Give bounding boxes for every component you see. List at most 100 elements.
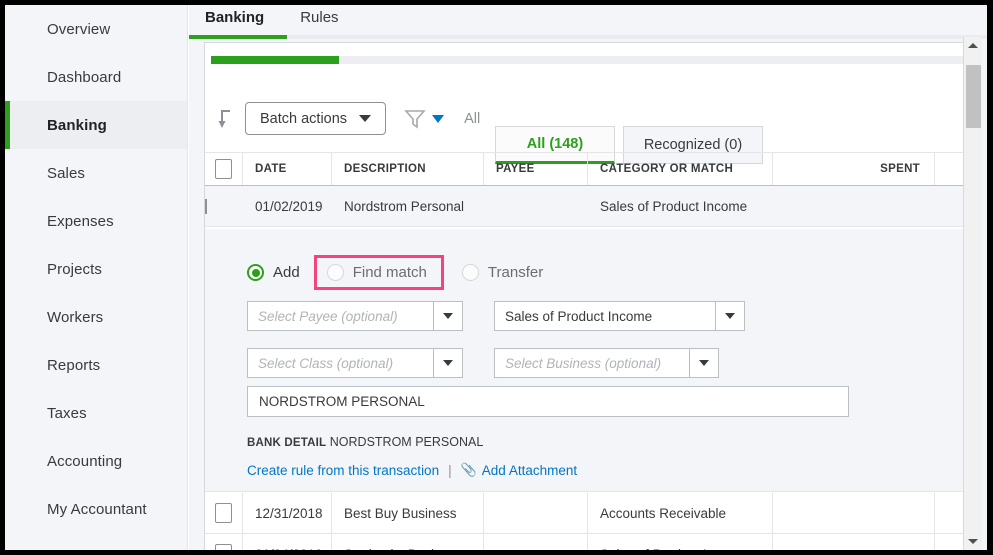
tab-label: Rules [300,9,338,26]
column-header-description[interactable]: DESCRIPTION [332,153,484,185]
radio-find-match[interactable]: Find match [327,264,427,281]
payee-dropdown-button[interactable] [433,302,462,330]
business-dropdown-button[interactable] [689,349,718,377]
column-header-date[interactable]: DATE [243,153,332,185]
add-attachment-link[interactable]: Add Attachment [482,463,577,478]
link-separator: | [448,463,452,478]
paperclip-icon: 📎 [461,462,477,478]
down-left-arrow-icon[interactable] [213,106,239,132]
business-placeholder: Select Business (optional) [495,356,689,371]
cell-category: Accounts Receivable [588,493,773,533]
triangle-down-icon [968,539,978,544]
class-placeholder: Select Class (optional) [248,356,433,371]
category-dropdown-button[interactable] [715,302,744,330]
tab-active-underline [189,35,287,39]
select-all-checkbox[interactable] [215,159,232,179]
cell-payee [484,493,588,533]
radio-find-match-label: Find match [353,264,427,281]
banking-panel: Batch actions All All (148) Recognized (… [204,42,972,550]
table-row[interactable]: 12/31/2018 Best Buy Business Accounts Re… [205,493,972,534]
sidebar-item-taxes[interactable]: Taxes [5,389,187,437]
bank-detail-label: BANK DETAIL [247,437,326,449]
table-row[interactable]: 01/02/2019 Nordstrom Personal Sales of P… [205,186,972,227]
sidebar-item-my-accountant[interactable]: My Accountant [5,485,187,533]
radio-transfer[interactable]: Transfer [462,264,543,281]
column-header-spent[interactable]: SPENT [773,153,935,185]
caret-down-icon [725,313,735,319]
sidebar: Overview Dashboard Banking Sales Expense… [5,5,188,550]
category-select[interactable]: Sales of Product Income [494,301,745,331]
scroll-down-button[interactable] [964,533,982,550]
sidebar-item-reports[interactable]: Reports [5,341,187,389]
column-header-payee[interactable]: PAYEE [484,153,588,185]
sidebar-item-accounting[interactable]: Accounting [5,437,187,485]
column-header-category[interactable]: CATEGORY OR MATCH [588,153,773,185]
cell-category: Sales of Product Income [588,534,773,550]
payee-select[interactable]: Select Payee (optional) [247,301,463,331]
cell-date: 12/31/2018 [243,493,332,533]
radio-transfer-label: Transfer [488,264,543,281]
table-row[interactable]: 01/04/2019 Starbucks Business Sales of P… [205,534,972,550]
radio-transfer-indicator [462,264,479,281]
caret-down-icon [443,313,453,319]
sidebar-item-label: Workers [47,309,103,326]
radio-find-match-indicator [327,264,344,281]
sidebar-item-banking[interactable]: Banking [5,101,187,149]
tab-bar: Banking Rules [189,5,988,35]
cell-description: Best Buy Business [332,493,484,533]
sidebar-item-label: Sales [47,165,85,182]
cell-spent [773,493,935,533]
row-checkbox[interactable] [215,503,232,523]
sidebar-item-label: Overview [47,21,110,38]
payee-placeholder: Select Payee (optional) [248,309,433,324]
transactions-table: DATE DESCRIPTION PAYEE CATEGORY OR MATCH… [205,152,972,227]
tab-all-label: All (148) [527,136,583,152]
sidebar-item-label: My Accountant [47,501,147,518]
cell-category: Sales of Product Income [588,199,773,214]
bank-detail: BANK DETAIL NORDSTROM PERSONAL [247,435,483,449]
radio-add[interactable]: Add [247,264,300,281]
frame-border-left [0,0,5,555]
frame-border-right [987,0,993,555]
transactions-table-continued: 12/31/2018 Best Buy Business Accounts Re… [205,493,972,550]
filter-caret-down-icon[interactable] [432,115,444,123]
sidebar-item-label: Expenses [47,213,114,230]
caret-down-icon [699,360,709,366]
frame-border-bottom [0,550,993,555]
sidebar-item-overview[interactable]: Overview [5,5,187,53]
radio-find-match-highlight: Find match [314,255,444,290]
sidebar-item-label: Projects [47,261,102,278]
class-dropdown-button[interactable] [433,349,462,377]
sidebar-item-workers[interactable]: Workers [5,293,187,341]
cell-spent [773,534,935,550]
business-select[interactable]: Select Business (optional) [494,348,719,378]
cell-description: Starbucks Business [332,534,484,550]
scrollbar-thumb[interactable] [966,65,981,128]
row-checkbox[interactable] [205,199,207,214]
sidebar-item-sales[interactable]: Sales [5,149,187,197]
select-all-cell [205,153,243,185]
tab-underline-track [189,35,988,39]
create-rule-link[interactable]: Create rule from this transaction [247,463,439,478]
memo-input[interactable]: NORDSTROM PERSONAL [247,386,849,417]
tab-rules[interactable]: Rules [300,5,352,26]
sidebar-item-expenses[interactable]: Expenses [5,197,187,245]
category-value: Sales of Product Income [495,309,715,324]
batch-actions-label: Batch actions [260,111,347,127]
cell-date: 01/02/2019 [243,199,332,214]
tab-banking[interactable]: Banking [205,5,278,26]
sidebar-item-dashboard[interactable]: Dashboard [5,53,187,101]
bank-detail-value: NORDSTROM PERSONAL [330,435,484,449]
funnel-icon[interactable] [404,108,426,130]
main-content: Banking Rules Batch actions [189,5,988,550]
batch-actions-button[interactable]: Batch actions [245,102,386,135]
vertical-scrollbar[interactable] [963,37,982,550]
all-filter-label[interactable]: All [464,111,480,127]
editor-links: Create rule from this transaction | 📎 Ad… [247,462,577,478]
cell-payee [484,534,588,550]
class-select[interactable]: Select Class (optional) [247,348,463,378]
tab-label: Banking [205,9,264,26]
scroll-up-button[interactable] [964,37,982,54]
radio-add-indicator [247,264,264,281]
sidebar-item-projects[interactable]: Projects [5,245,187,293]
